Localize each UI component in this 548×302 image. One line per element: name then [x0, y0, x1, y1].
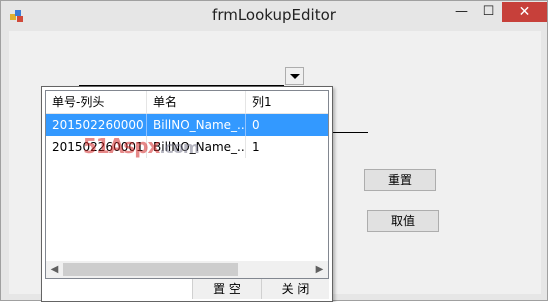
main-window: frmLookupEditor — ☐ ✕ 重置 取值 单号-列头 单名 列1 …: [0, 0, 548, 302]
title-bar[interactable]: frmLookupEditor — ☐ ✕: [1, 1, 547, 31]
close-button[interactable]: ✕: [502, 2, 547, 22]
scroll-left-icon[interactable]: ◀: [46, 261, 63, 278]
table-cell: 0: [252, 118, 260, 132]
close-popup-button[interactable]: 关 闭: [261, 279, 329, 299]
lookup-grid: 单号-列头 单名 列1 201502260000 BillNO_Name_...…: [45, 90, 329, 279]
scrollbar-thumb[interactable]: [63, 263, 238, 276]
grid-header: 单号-列头 单名 列1: [46, 91, 328, 114]
column-header-bill-name[interactable]: 单名: [147, 91, 246, 113]
lookup-dropdown-popup: 单号-列头 单名 列1 201502260000 BillNO_Name_...…: [41, 86, 333, 302]
get-value-button[interactable]: 取值: [367, 210, 439, 232]
minimize-button[interactable]: —: [448, 2, 475, 22]
watermark-logo: 51Aspx.com: [83, 134, 200, 158]
column-header-col1[interactable]: 列1: [246, 91, 328, 113]
table-cell: 1: [252, 140, 260, 154]
reset-button[interactable]: 重置: [364, 169, 436, 191]
maximize-button[interactable]: ☐: [475, 2, 502, 22]
column-header-bill-no[interactable]: 单号-列头: [46, 91, 147, 113]
popup-footer: 置 空 关 闭: [45, 279, 329, 299]
combo-dropdown-button[interactable]: [285, 67, 304, 85]
horizontal-scrollbar[interactable]: ◀ ▶: [46, 261, 328, 278]
table-cell: BillNO_Name_...: [147, 114, 246, 136]
scroll-right-icon[interactable]: ▶: [311, 261, 328, 278]
clear-button[interactable]: 置 空: [192, 279, 261, 299]
table-row-selected[interactable]: 201502260000 BillNO_Name_... 0: [46, 114, 328, 136]
text-field-underline[interactable]: [331, 132, 368, 133]
table-cell: 201502260000: [46, 114, 147, 136]
